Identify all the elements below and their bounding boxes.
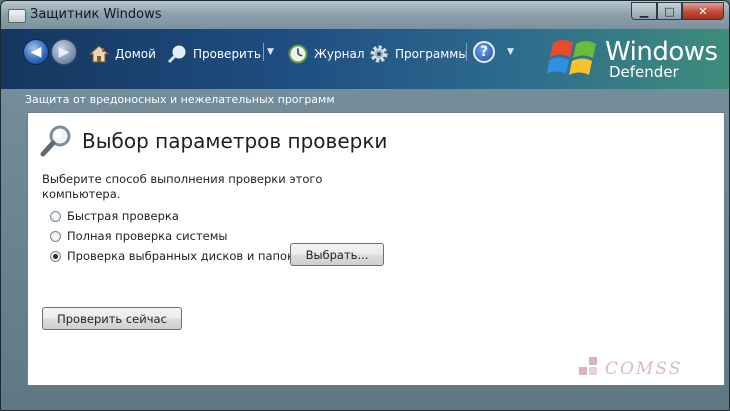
scan-options-panel: Выбор параметров проверки Выберите спосо… [27,112,725,386]
radio-label: Проверка выбранных дисков и папок [67,249,295,263]
brand-defender-text: Defender [609,63,679,81]
history-button[interactable]: Журнал [288,44,365,64]
arrow-left-icon: ◀ [30,44,42,60]
radio-custom-scan[interactable]: Проверка выбранных дисков и папок [50,249,294,263]
help-button[interactable]: ? [473,41,495,63]
close-icon: ✕ [698,4,708,18]
radio-label: Быстрая проверка [67,209,179,223]
windows-defender-logo: Windows Defender [547,33,718,85]
scan-description: Выберите способ выполнения проверки этог… [42,172,323,201]
subtitle-bar: Защита от вредоносных и нежелательных пр… [1,89,729,111]
help-dropdown-icon[interactable]: ▼ [507,47,514,57]
maximize-icon: □ [664,4,675,18]
scan-label: Проверить [193,47,261,61]
subtitle-text: Защита от вредоносных и нежелательных пр… [25,93,335,106]
minimize-button[interactable]: ▁ [631,2,657,20]
scan-button[interactable]: Проверить [167,44,261,64]
watermark-text: COMSS [605,359,683,379]
title-bar[interactable]: Защитник Windows ▁ □ ✕ [1,1,729,29]
window-app-icon [8,9,26,23]
gear-icon [369,44,389,64]
choose-folders-button[interactable]: Выбрать... [290,243,384,266]
radio-button[interactable] [50,230,61,242]
watermark-square [589,367,597,375]
home-icon [88,44,110,64]
windows-flag-icon [547,40,596,75]
scan-dropdown-icon[interactable]: ▼ [267,47,274,57]
radio-button[interactable] [50,210,61,222]
radio-full-scan[interactable]: Полная проверка системы [50,229,227,243]
watermark-square [579,367,587,375]
app-window: Защитник Windows ▁ □ ✕ ◀ ▶ Домой Провери… [0,0,730,411]
scan-now-button[interactable]: Проверить сейчас [42,307,182,330]
help-icon: ? [479,44,489,60]
arrow-right-icon: ▶ [58,44,70,60]
page-title: Выбор параметров проверки [82,129,388,153]
window-title: Защитник Windows [30,7,162,22]
minimize-icon: ▁ [639,4,649,18]
history-clock-icon [288,44,308,64]
radio-quick-scan[interactable]: Быстрая проверка [50,209,179,223]
toolbar: ◀ ▶ Домой Проверить ▼ Журнал Программы ?… [1,29,729,89]
comss-watermark: COMSS [575,355,725,385]
home-label: Домой [115,47,156,61]
tools-label: Программы [395,47,468,61]
tools-button[interactable]: Программы [369,44,468,64]
watermark-square [589,357,597,365]
history-label: Журнал [314,47,365,61]
magnifier-icon [40,123,74,157]
forward-button[interactable]: ▶ [51,39,77,65]
magnifier-icon [167,44,187,64]
close-button[interactable]: ✕ [682,2,724,20]
back-button[interactable]: ◀ [23,39,49,65]
toolbar-separator [263,43,264,61]
toolbar-separator [466,43,467,61]
home-button[interactable]: Домой [88,44,156,64]
maximize-button[interactable]: □ [657,2,682,20]
radio-label: Полная проверка системы [67,229,228,243]
radio-button[interactable] [50,250,61,262]
